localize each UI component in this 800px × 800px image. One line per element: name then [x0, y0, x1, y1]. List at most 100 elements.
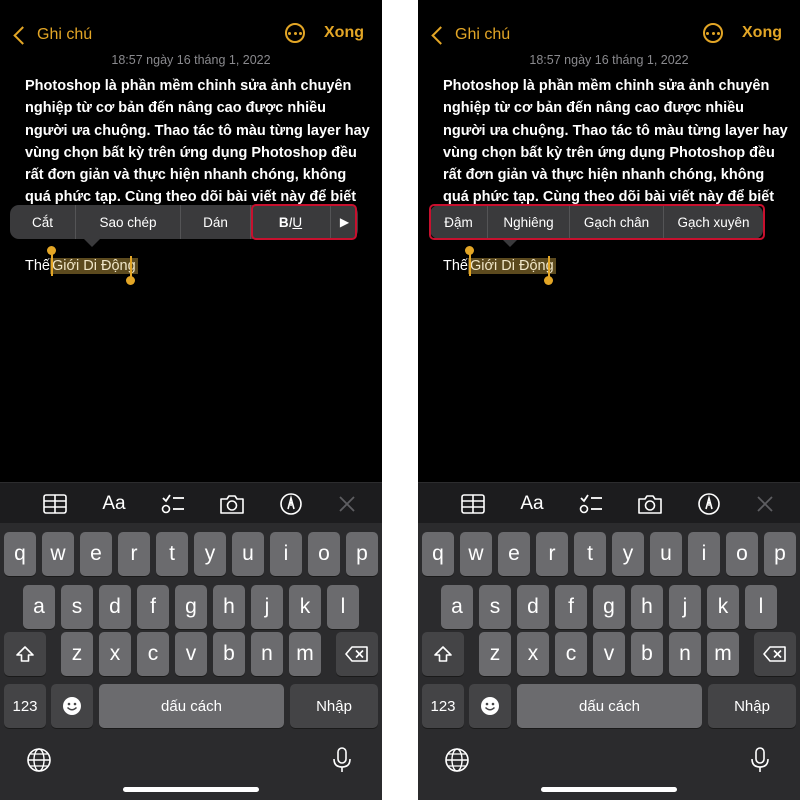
key[interactable]: o	[308, 532, 340, 576]
key[interactable]: c	[555, 632, 587, 676]
numbers-key[interactable]: 123	[4, 684, 46, 728]
table-icon[interactable]	[37, 483, 73, 524]
done-button[interactable]: Xong	[324, 24, 364, 42]
note-body[interactable]: Photoshop là phần mềm chỉnh sửa ảnh chuy…	[25, 75, 370, 205]
key[interactable]: d	[99, 585, 131, 629]
key[interactable]: x	[517, 632, 549, 676]
checklist-icon[interactable]	[155, 483, 191, 524]
text-format-icon[interactable]: Aa	[96, 483, 132, 524]
key[interactable]: g	[593, 585, 625, 629]
key[interactable]: v	[175, 632, 207, 676]
home-indicator	[123, 787, 259, 792]
selection-end-bar	[548, 256, 550, 278]
copy-button[interactable]: Sao chép	[76, 205, 181, 239]
markup-pen-icon[interactable]	[691, 483, 727, 524]
key[interactable]: w	[42, 532, 74, 576]
key[interactable]: e	[498, 532, 530, 576]
space-key[interactable]: dấu cách	[99, 684, 284, 728]
key[interactable]: u	[650, 532, 682, 576]
key[interactable]: b	[631, 632, 663, 676]
emoji-key[interactable]	[51, 684, 93, 728]
key[interactable]: j	[251, 585, 283, 629]
key[interactable]: t	[156, 532, 188, 576]
key[interactable]: k	[707, 585, 739, 629]
microphone-icon[interactable]	[327, 745, 357, 775]
more-options-icon[interactable]	[285, 23, 305, 43]
note-body[interactable]: Photoshop là phần mềm chỉnh sửa ảnh chuy…	[443, 75, 788, 205]
key[interactable]: o	[726, 532, 758, 576]
checklist-icon[interactable]	[573, 483, 609, 524]
key[interactable]: l	[327, 585, 359, 629]
key[interactable]: i	[688, 532, 720, 576]
back-button[interactable]: Ghi chú	[428, 22, 510, 48]
key[interactable]: k	[289, 585, 321, 629]
cut-button[interactable]: Cắt	[10, 205, 76, 239]
key[interactable]: f	[555, 585, 587, 629]
key[interactable]: f	[137, 585, 169, 629]
markup-pen-icon[interactable]	[273, 483, 309, 524]
table-icon[interactable]	[455, 483, 491, 524]
key[interactable]: y	[194, 532, 226, 576]
camera-icon[interactable]	[632, 483, 668, 524]
key[interactable]: l	[745, 585, 777, 629]
key[interactable]: p	[764, 532, 796, 576]
key[interactable]: r	[118, 532, 150, 576]
close-icon[interactable]	[329, 483, 365, 524]
selection-end-bar	[130, 256, 132, 278]
globe-icon[interactable]	[442, 745, 472, 775]
selection-end-handle[interactable]	[126, 276, 135, 285]
key[interactable]: q	[422, 532, 454, 576]
backspace-key[interactable]	[336, 632, 378, 676]
key[interactable]: u	[232, 532, 264, 576]
done-button[interactable]: Xong	[742, 24, 782, 42]
key[interactable]: g	[175, 585, 207, 629]
key[interactable]: s	[61, 585, 93, 629]
key[interactable]: a	[441, 585, 473, 629]
emoji-key[interactable]	[469, 684, 511, 728]
close-icon[interactable]	[747, 483, 783, 524]
key[interactable]: n	[251, 632, 283, 676]
key[interactable]: a	[23, 585, 55, 629]
key[interactable]: w	[460, 532, 492, 576]
shift-key[interactable]	[422, 632, 464, 676]
text-format-icon[interactable]: Aa	[514, 483, 550, 524]
key[interactable]: x	[99, 632, 131, 676]
key[interactable]: d	[517, 585, 549, 629]
selection-start-handle[interactable]	[465, 246, 474, 255]
key[interactable]: t	[574, 532, 606, 576]
back-button[interactable]: Ghi chú	[10, 22, 92, 48]
microphone-icon[interactable]	[745, 745, 775, 775]
selection-start-handle[interactable]	[47, 246, 56, 255]
key[interactable]: m	[289, 632, 321, 676]
key[interactable]: n	[669, 632, 701, 676]
key[interactable]: z	[61, 632, 93, 676]
key[interactable]: v	[593, 632, 625, 676]
key[interactable]: h	[213, 585, 245, 629]
key[interactable]: s	[479, 585, 511, 629]
space-key[interactable]: dấu cách	[517, 684, 702, 728]
key[interactable]: q	[4, 532, 36, 576]
key[interactable]: b	[213, 632, 245, 676]
selection-line[interactable]: Thế Giới Di Động	[443, 255, 556, 277]
shift-key[interactable]	[4, 632, 46, 676]
numbers-key[interactable]: 123	[422, 684, 464, 728]
camera-icon[interactable]	[214, 483, 250, 524]
globe-icon[interactable]	[24, 745, 54, 775]
more-options-icon[interactable]	[703, 23, 723, 43]
key[interactable]: i	[270, 532, 302, 576]
key[interactable]: j	[669, 585, 701, 629]
backspace-key[interactable]	[754, 632, 796, 676]
key[interactable]: m	[707, 632, 739, 676]
key[interactable]: y	[612, 532, 644, 576]
key[interactable]: p	[346, 532, 378, 576]
key[interactable]: h	[631, 585, 663, 629]
return-key[interactable]: Nhập	[708, 684, 796, 728]
key[interactable]: c	[137, 632, 169, 676]
paste-button[interactable]: Dán	[181, 205, 251, 239]
selection-end-handle[interactable]	[544, 276, 553, 285]
key[interactable]: z	[479, 632, 511, 676]
return-key[interactable]: Nhập	[290, 684, 378, 728]
selection-line[interactable]: Thế Giới Di Động	[25, 255, 138, 277]
key[interactable]: r	[536, 532, 568, 576]
key[interactable]: e	[80, 532, 112, 576]
